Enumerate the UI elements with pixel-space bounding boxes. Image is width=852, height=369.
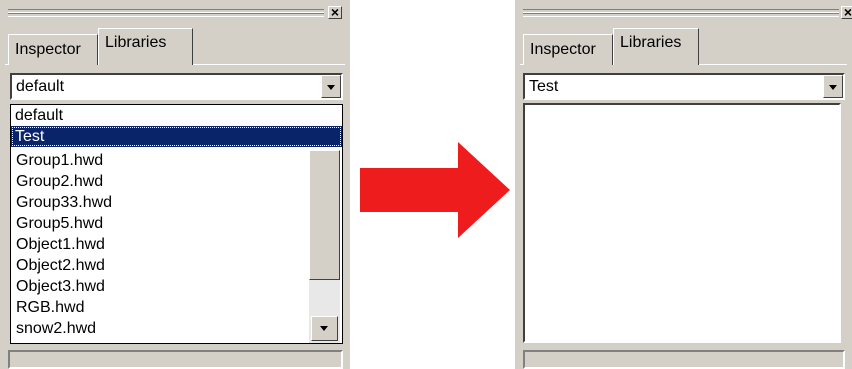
- library-option-default[interactable]: default: [11, 105, 342, 126]
- library-select-dropdown-button[interactable]: [321, 75, 341, 98]
- status-bar: [523, 350, 845, 369]
- list-item[interactable]: Group33.hwd: [12, 192, 311, 213]
- list-item[interactable]: Object1.hwd: [12, 234, 311, 255]
- chevron-down-icon: [327, 85, 335, 90]
- tab-inspector[interactable]: Inspector: [523, 34, 613, 65]
- close-icon: ×: [330, 4, 340, 20]
- panel-tabs: Inspector Libraries: [5, 25, 345, 66]
- scroll-down-arrow-icon: [320, 326, 328, 331]
- list-item[interactable]: Group2.hwd: [12, 171, 311, 192]
- library-select-value: Test: [529, 78, 559, 95]
- transition-arrow-icon: [360, 142, 510, 238]
- close-panel-button[interactable]: ×: [328, 4, 342, 20]
- tab-libraries-label: Libraries: [105, 34, 167, 51]
- library-select[interactable]: default: [10, 73, 343, 100]
- list-item[interactable]: Group1.hwd: [12, 150, 311, 171]
- libraries-panel-before: × Inspector Libraries default default Te…: [0, 0, 350, 369]
- list-item[interactable]: Object3.hwd: [12, 276, 311, 297]
- panel-drag-grip[interactable]: [523, 8, 839, 19]
- libraries-panel-after: × Inspector Libraries Test: [515, 0, 852, 369]
- arrow-shape: [360, 142, 510, 238]
- chevron-down-icon: [829, 85, 837, 90]
- status-bar: [8, 350, 343, 369]
- list-item[interactable]: RGB.hwd: [12, 297, 311, 318]
- tab-libraries-label: Libraries: [620, 34, 682, 51]
- scroll-down-button[interactable]: [311, 316, 338, 341]
- scrollbar-thumb[interactable]: [309, 150, 340, 280]
- panel-drag-grip[interactable]: [8, 8, 324, 19]
- list-item[interactable]: Object2.hwd: [12, 255, 311, 276]
- library-option-test[interactable]: Test: [11, 126, 342, 147]
- tab-libraries[interactable]: Libraries: [613, 28, 699, 66]
- tab-libraries[interactable]: Libraries: [98, 28, 193, 66]
- file-list: Group1.hwd Group2.hwd Group33.hwd Group5…: [12, 150, 311, 343]
- library-dropdown-list: default Test Group1.hwd Group2.hwd Group…: [10, 104, 343, 344]
- tab-inspector[interactable]: Inspector: [8, 34, 98, 65]
- close-panel-button[interactable]: ×: [841, 4, 852, 20]
- close-icon: ×: [843, 4, 852, 20]
- tab-inspector-label: Inspector: [15, 41, 81, 58]
- library-select-value: default: [16, 78, 65, 95]
- file-list: [523, 103, 841, 343]
- panel-tabs: Inspector Libraries: [520, 25, 847, 66]
- library-select-dropdown-button[interactable]: [823, 75, 843, 98]
- library-select[interactable]: Test: [523, 73, 845, 100]
- list-item[interactable]: Group5.hwd: [12, 213, 311, 234]
- list-item[interactable]: snow2.hwd: [12, 318, 311, 339]
- file-list-scrollbar[interactable]: [309, 150, 340, 343]
- tab-inspector-label: Inspector: [530, 41, 596, 58]
